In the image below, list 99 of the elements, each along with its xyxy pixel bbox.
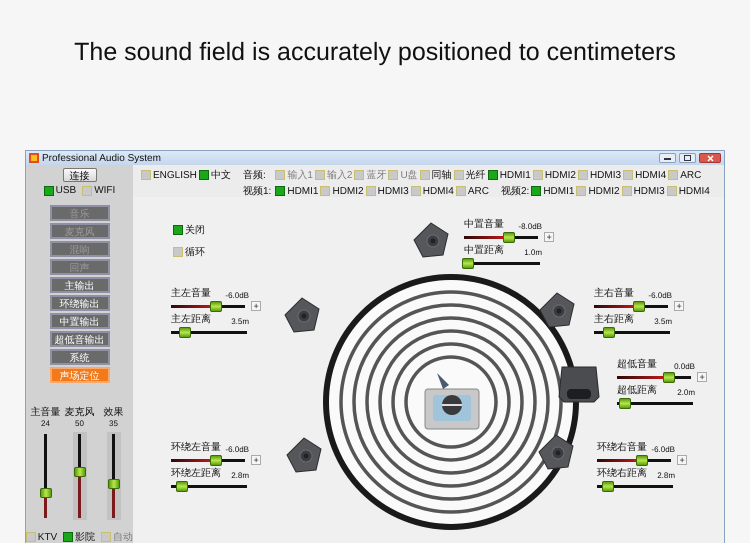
checkbox[interactable]: 循环: [173, 245, 205, 259]
channel-volume-label: 环绕左音量: [171, 440, 221, 454]
fader-thumb[interactable]: [108, 478, 120, 489]
volume-reading: -6.0dB: [648, 291, 672, 300]
app-logo-icon: [29, 153, 39, 163]
menu-button[interactable]: 主输出: [50, 277, 110, 293]
checkbox[interactable]: HDMI2: [576, 186, 620, 196]
checkbox[interactable]: 中文: [198, 168, 231, 182]
checkbox[interactable]: ARC: [668, 170, 702, 180]
audio-label: 音频:: [243, 168, 267, 182]
menu-button[interactable]: 系统: [50, 349, 110, 365]
speaker-icon: [413, 222, 449, 258]
slider-thumb[interactable]: [602, 481, 614, 492]
plus-button[interactable]: +: [251, 301, 261, 311]
checkbox[interactable]: 关闭: [173, 223, 205, 237]
maximize-button[interactable]: [679, 153, 696, 163]
channel-volume-label: 中置音量: [464, 218, 504, 231]
distance-reading: 2.8m: [657, 471, 675, 480]
plus-button[interactable]: +: [544, 232, 554, 242]
checkbox[interactable]: WIFI: [82, 185, 116, 196]
slider-thumb[interactable]: [603, 327, 616, 338]
checkbox[interactable]: HDMI3: [622, 186, 665, 196]
channel-volume-label: 超低音量: [617, 358, 657, 371]
checkbox[interactable]: USB: [44, 185, 76, 196]
distance-reading: 2.0m: [677, 388, 695, 397]
channel-distance-label: 主右距离: [594, 312, 634, 326]
volume-reading: -6.0dB: [651, 445, 675, 454]
channel-volume-label: 环绕右音量: [597, 440, 647, 454]
fader-label: 效果: [104, 406, 124, 419]
checkbox[interactable]: HDMI4: [666, 186, 710, 196]
slider-thumb[interactable]: [210, 301, 222, 312]
fader-label: 麦克风: [64, 406, 94, 419]
channel-distance-label: 中置距离: [464, 244, 504, 257]
plus-button[interactable]: +: [251, 455, 261, 465]
distance-reading: 3.5m: [654, 317, 672, 326]
distance-reading: 1.0m: [524, 248, 542, 257]
channel-distance-label: 超低距离: [617, 384, 657, 397]
checkbox[interactable]: ARC: [456, 186, 489, 196]
slider-thumb[interactable]: [636, 455, 648, 466]
checkbox[interactable]: 光纤: [454, 168, 486, 182]
fader-thumb[interactable]: [40, 488, 52, 498]
subwoofer-icon: [558, 365, 600, 403]
checkbox[interactable]: 影院: [63, 530, 96, 543]
close-icon: [706, 154, 714, 162]
slider-thumb[interactable]: [178, 327, 191, 338]
channel-volume-label: 主左音量: [171, 286, 211, 300]
slider-thumb[interactable]: [632, 301, 644, 312]
checkbox[interactable]: HDMI1: [531, 186, 574, 196]
fader-value: 35: [109, 419, 118, 428]
checkbox[interactable]: HDMI3: [578, 170, 622, 180]
volume-reading: -8.0dB: [518, 222, 542, 231]
speaker-icon: [286, 437, 322, 473]
speaker-icon: [539, 292, 575, 328]
menu-button[interactable]: 中置输出: [50, 313, 110, 329]
window-title: Professional Audio System: [42, 152, 162, 164]
maximize-icon: [684, 155, 691, 161]
plus-button[interactable]: +: [697, 372, 707, 382]
channel-volume-label: 主右音量: [594, 286, 634, 300]
minimize-icon: [664, 156, 671, 160]
checkbox[interactable]: HDMI2: [532, 170, 576, 180]
connect-button[interactable]: 连接: [62, 168, 96, 182]
video-label: 视频1:: [243, 184, 272, 198]
video-label: 视频2:: [500, 184, 530, 198]
distance-reading: 2.8m: [231, 471, 249, 480]
slider-thumb[interactable]: [462, 258, 474, 269]
channel-distance-label: 环绕右距离: [597, 466, 647, 480]
checkbox[interactable]: ENGLISH: [141, 170, 197, 180]
checkbox[interactable]: 同轴: [420, 168, 452, 182]
fader-thumb[interactable]: [74, 466, 86, 477]
plus-button[interactable]: +: [674, 301, 684, 311]
close-button[interactable]: [699, 153, 721, 163]
menu-button[interactable]: 超低音输出: [50, 331, 110, 347]
channel-distance-label: 环绕左距离: [171, 466, 221, 480]
fader-value: 24: [41, 419, 50, 428]
fader-value: 50: [75, 419, 84, 428]
minimize-button[interactable]: [659, 153, 676, 163]
checkbox[interactable]: HDMI3: [366, 186, 409, 196]
slider-thumb[interactable]: [210, 455, 222, 466]
checkbox[interactable]: HDMI2: [320, 186, 364, 196]
volume-reading: 0.0dB: [674, 362, 695, 371]
volume-reading: -6.0dB: [225, 291, 249, 300]
headline: The sound field is accurately positioned to centimeters: [74, 38, 676, 67]
checkbox[interactable]: HDMI4: [410, 186, 454, 196]
menu-button[interactable]: 环绕输出: [50, 295, 110, 311]
speaker-icon: [538, 434, 574, 470]
distance-reading: 3.5m: [231, 317, 249, 326]
checkbox[interactable]: KTV: [26, 530, 58, 543]
fader-label: 主音量: [30, 406, 60, 419]
volume-reading: -6.0dB: [225, 445, 249, 454]
slider-thumb[interactable]: [618, 398, 631, 409]
checkbox[interactable]: HDMI1: [275, 186, 318, 196]
speaker-icon: [284, 297, 320, 333]
slider-thumb[interactable]: [662, 372, 675, 383]
slider-thumb[interactable]: [176, 481, 188, 492]
channel-distance-label: 主左距离: [171, 312, 211, 326]
checkbox[interactable]: HDMI4: [623, 170, 666, 180]
checkbox[interactable]: HDMI1: [488, 170, 531, 180]
slider-thumb[interactable]: [502, 232, 514, 243]
plus-button[interactable]: +: [677, 455, 687, 465]
